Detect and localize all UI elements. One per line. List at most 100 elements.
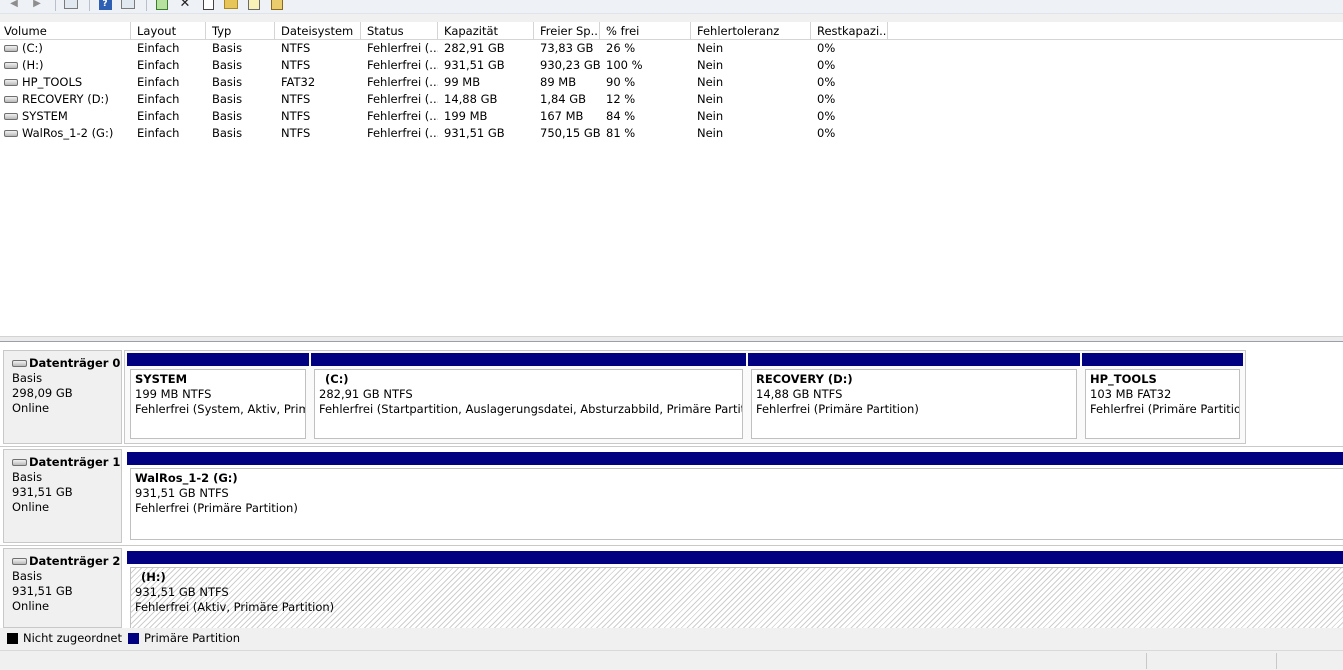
drive-icon: [4, 62, 18, 69]
disk-info-2[interactable]: Datenträger 2 Basis 931,51 GB Online: [3, 548, 122, 628]
free-space-cell: 73,83 GB: [540, 41, 594, 55]
legend: Nicht zugeordnet Primäre Partition: [0, 628, 1343, 648]
partition-title: WalRos_1-2 (G:): [135, 471, 238, 485]
disk-separator: [0, 545, 1343, 546]
volume-name: WalRos_1-2 (G:): [22, 126, 114, 140]
partition-recovery[interactable]: RECOVERY (D:) 14,88 GB NTFS Fehlerfrei (…: [748, 353, 1080, 439]
layout-cell: Einfach: [137, 126, 180, 140]
partition-bar: [748, 353, 1080, 366]
delete-icon[interactable]: ✕: [175, 0, 195, 10]
volume-cell: RECOVERY (D:): [0, 91, 131, 108]
partition-h[interactable]: (H:) 931,51 GB NTFS Fehlerfrei (Aktiv, P…: [127, 551, 1343, 628]
filesystem-cell: NTFS: [281, 109, 311, 123]
column-header-capacity[interactable]: Kapazität: [438, 22, 534, 40]
filesystem-cell: FAT32: [281, 75, 316, 89]
column-header-layout[interactable]: Layout: [131, 22, 206, 40]
legend-unallocated: Nicht zugeordnet: [23, 631, 123, 645]
disk-state: Online: [12, 500, 50, 514]
column-header-filesystem[interactable]: Dateisystem: [275, 22, 361, 40]
free-space-cell: 1,84 GB: [540, 92, 587, 106]
fault-tolerance-cell: Nein: [697, 58, 724, 72]
status-cell: Fehlerfrei (...: [367, 75, 438, 89]
explore-icon[interactable]: [244, 0, 264, 10]
percent-free-cell: 12 %: [606, 92, 636, 106]
disk-icon: [12, 459, 27, 466]
help-icon[interactable]: ?: [95, 0, 115, 10]
table-row[interactable]: (H:) Einfach Basis NTFS Fehlerfrei (... …: [0, 57, 1343, 74]
type-cell: Basis: [212, 92, 243, 106]
partition-size: 282,91 GB NTFS: [319, 387, 413, 401]
disk-management-window: ◀ ▶ ? ✕ Volume Layout Typ Dateisystem St…: [0, 0, 1343, 670]
legend-primary: Primäre Partition: [144, 631, 241, 645]
partition-hp-tools[interactable]: HP_TOOLS 103 MB FAT32 Fehlerfrei (Primär…: [1082, 353, 1243, 439]
column-header-free-space[interactable]: Freier Sp...: [534, 22, 600, 40]
disk-icon: [12, 558, 27, 565]
open-folder-icon[interactable]: [221, 0, 241, 10]
partition-walros-g[interactable]: WalRos_1-2 (G:) 931,51 GB NTFS Fehlerfre…: [127, 452, 1343, 540]
column-header-volume[interactable]: Volume: [0, 22, 131, 40]
partition-size: 14,88 GB NTFS: [756, 387, 843, 401]
column-header-type[interactable]: Typ: [206, 22, 275, 40]
column-header-fault-tolerance[interactable]: Fehlertoleranz: [691, 22, 811, 40]
disk-info-1[interactable]: Datenträger 1 Basis 931,51 GB Online: [3, 449, 122, 543]
table-row[interactable]: (C:) Einfach Basis NTFS Fehlerfrei (... …: [0, 40, 1343, 57]
table-row[interactable]: WalRos_1-2 (G:) Einfach Basis NTFS Fehle…: [0, 125, 1343, 142]
partition-title: SYSTEM: [135, 372, 188, 386]
toolbar-divider: [146, 0, 147, 11]
table-row[interactable]: HP_TOOLS Einfach Basis FAT32 Fehlerfrei …: [0, 74, 1343, 91]
partition-body: (H:) 931,51 GB NTFS Fehlerfrei (Aktiv, P…: [130, 567, 1343, 628]
partition-status: Fehlerfrei (Primäre Partition): [756, 402, 919, 416]
capacity-cell: 282,91 GB: [444, 41, 505, 55]
partition-status: Fehlerfrei (System, Aktiv, Primär: [135, 402, 306, 416]
volume-name: SYSTEM: [22, 109, 68, 123]
column-header-overhead[interactable]: Restkapazi...: [811, 22, 888, 40]
column-header-status[interactable]: Status: [361, 22, 438, 40]
percent-free-cell: 100 %: [606, 58, 643, 72]
overhead-cell: 0%: [817, 109, 836, 123]
disk-row-2: Datenträger 2 Basis 931,51 GB Online (H:…: [0, 548, 1343, 628]
disk-icon: [12, 360, 27, 367]
disk-type: Basis: [12, 470, 43, 484]
console-tree-icon[interactable]: [61, 0, 81, 10]
drive-icon: [4, 79, 18, 86]
filesystem-cell: NTFS: [281, 92, 311, 106]
status-cell: Fehlerfrei (...: [367, 109, 438, 123]
drive-icon: [4, 45, 18, 52]
status-cell: Fehlerfrei (...: [367, 126, 438, 140]
partition-system[interactable]: SYSTEM 199 MB NTFS Fehlerfrei (System, A…: [127, 353, 309, 439]
settings-icon[interactable]: [267, 0, 287, 10]
disk-type: Basis: [12, 371, 43, 385]
capacity-cell: 99 MB: [444, 75, 481, 89]
disk-title: Datenträger 0: [12, 356, 121, 371]
column-header-percent-free[interactable]: % frei: [600, 22, 691, 40]
fault-tolerance-cell: Nein: [697, 41, 724, 55]
partition-c[interactable]: (C:) 282,91 GB NTFS Fehlerfrei (Startpar…: [311, 353, 746, 439]
partition-size: 931,51 GB NTFS: [135, 486, 229, 500]
volume-cell: (H:): [0, 57, 131, 74]
partition-body: (C:) 282,91 GB NTFS Fehlerfrei (Startpar…: [314, 369, 743, 439]
overhead-cell: 0%: [817, 41, 836, 55]
back-icon[interactable]: ◀: [4, 0, 24, 10]
volume-name: RECOVERY (D:): [22, 92, 109, 106]
disk-info-0[interactable]: Datenträger 0 Basis 298,09 GB Online: [3, 350, 122, 444]
layout-cell: Einfach: [137, 41, 180, 55]
forward-icon[interactable]: ▶: [27, 0, 47, 10]
fault-tolerance-cell: Nein: [697, 92, 724, 106]
partition-title: (H:): [141, 570, 166, 584]
partition-body: SYSTEM 199 MB NTFS Fehlerfrei (System, A…: [130, 369, 306, 439]
partition-bar: [127, 551, 1343, 564]
percent-free-cell: 90 %: [606, 75, 636, 89]
table-row[interactable]: SYSTEM Einfach Basis NTFS Fehlerfrei (..…: [0, 108, 1343, 125]
volume-cell: WalRos_1-2 (G:): [0, 125, 131, 142]
table-row[interactable]: RECOVERY (D:) Einfach Basis NTFS Fehlerf…: [0, 91, 1343, 108]
action-pane-icon[interactable]: [118, 0, 138, 10]
type-cell: Basis: [212, 75, 243, 89]
disk-name: Datenträger 0: [29, 356, 121, 370]
refresh-icon[interactable]: [152, 0, 172, 10]
filesystem-cell: NTFS: [281, 58, 311, 72]
properties-icon[interactable]: [198, 0, 218, 10]
partition-title: HP_TOOLS: [1090, 372, 1157, 386]
overhead-cell: 0%: [817, 75, 836, 89]
free-space-cell: 89 MB: [540, 75, 577, 89]
volume-cell: (C:): [0, 40, 131, 57]
